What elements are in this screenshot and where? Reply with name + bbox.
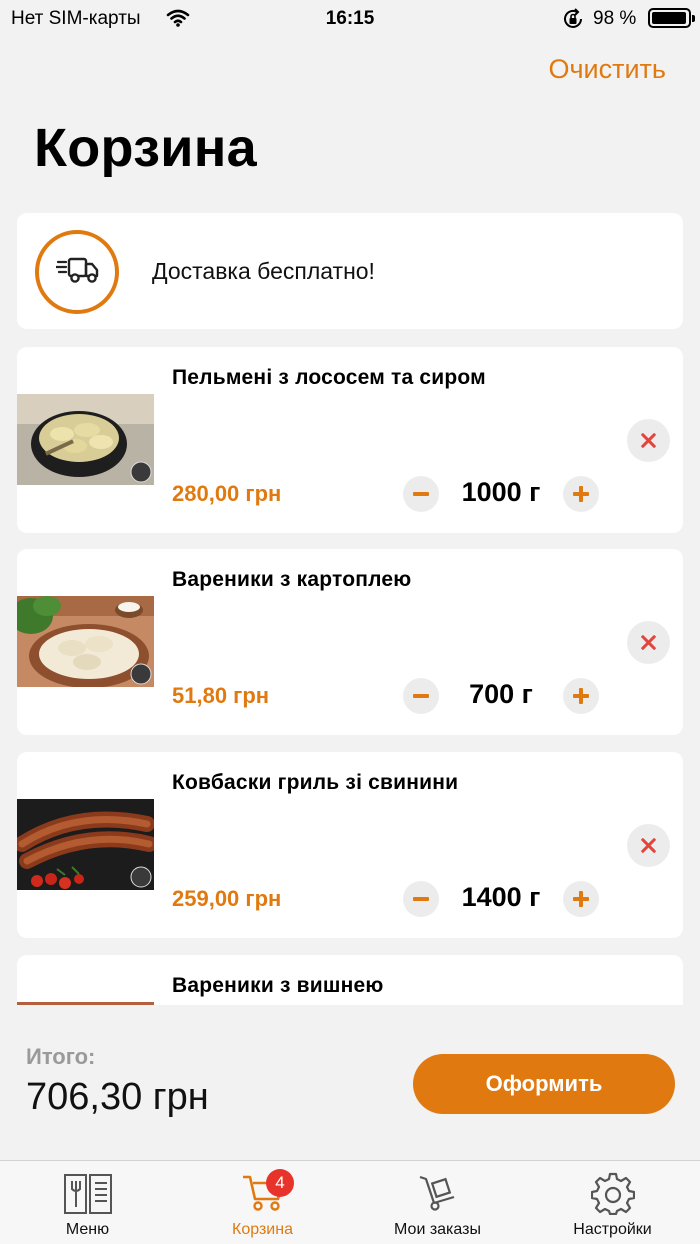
delivery-text: Доставка бесплатно! [152,258,375,284]
tab-label: Меню [65,1221,110,1238]
cart-scroll-area[interactable]: Очистить Корзина Доставка бесплатно! Пел… [0,0,700,1005]
decrease-quantity-button[interactable] [403,476,439,512]
total-value: 706,30 грн [26,1076,209,1118]
cart-item[interactable]: Пельмені з лососем та сиром 280,00 грн 1… [17,347,683,533]
remove-item-button[interactable] [627,419,670,462]
cart-item[interactable]: Вареники з вишнею [17,955,683,1005]
product-name: Вареники з вишнею [172,974,384,997]
product-name: Пельмені з лососем та сиром [172,366,486,389]
increase-quantity-button[interactable] [563,881,599,917]
tab-settings[interactable]: Настройки [525,1161,700,1244]
quantity-value: 1400 г [461,882,541,912]
product-photo [17,596,154,687]
product-price: 259,00 грн [172,886,282,911]
decrease-quantity-button[interactable] [403,678,439,714]
tab-label: Настройки [573,1221,652,1238]
tab-bar: Меню Корзина 4 Мои заказы Настройки [0,1160,700,1244]
tab-label: Корзина [232,1221,293,1238]
delivery-banner: Доставка бесплатно! [17,213,683,329]
page-title: Корзина [34,118,258,178]
remove-item-button[interactable] [627,824,670,867]
product-photo [17,394,154,485]
tab-menu[interactable]: Меню [0,1161,175,1244]
menu-book-icon [64,1174,112,1214]
gear-icon [591,1172,635,1215]
tab-cart[interactable]: Корзина [175,1161,350,1244]
checkout-button[interactable]: Оформить [413,1054,675,1114]
clear-cart-button[interactable]: Очистить [548,54,666,85]
product-price: 51,80 грн [172,683,270,708]
hand-truck-icon [419,1175,455,1211]
cart-item[interactable]: Вареники з картоплею 51,80 грн 700 г [17,549,683,735]
quantity-value: 1000 г [461,477,541,507]
product-photo [17,799,154,890]
cart-item[interactable]: Ковбаски гриль зі свинини 259,00 грн 140… [17,752,683,938]
remove-item-button[interactable] [627,621,670,664]
tab-label: Мои заказы [394,1221,481,1238]
tab-my-orders[interactable]: Мои заказы [350,1161,525,1244]
decrease-quantity-button[interactable] [403,881,439,917]
total-label: Итого: [26,1044,96,1069]
cart-count-badge: 4 [266,1169,294,1197]
quantity-value: 700 г [469,679,533,709]
increase-quantity-button[interactable] [563,678,599,714]
increase-quantity-button[interactable] [563,476,599,512]
delivery-truck-icon [35,230,119,314]
order-summary: Итого: 706,30 грн Оформить [0,1005,700,1160]
product-price: 280,00 грн [172,481,282,506]
product-name: Вареники з картоплею [172,568,412,591]
product-name: Ковбаски гриль зі свинини [172,771,459,794]
